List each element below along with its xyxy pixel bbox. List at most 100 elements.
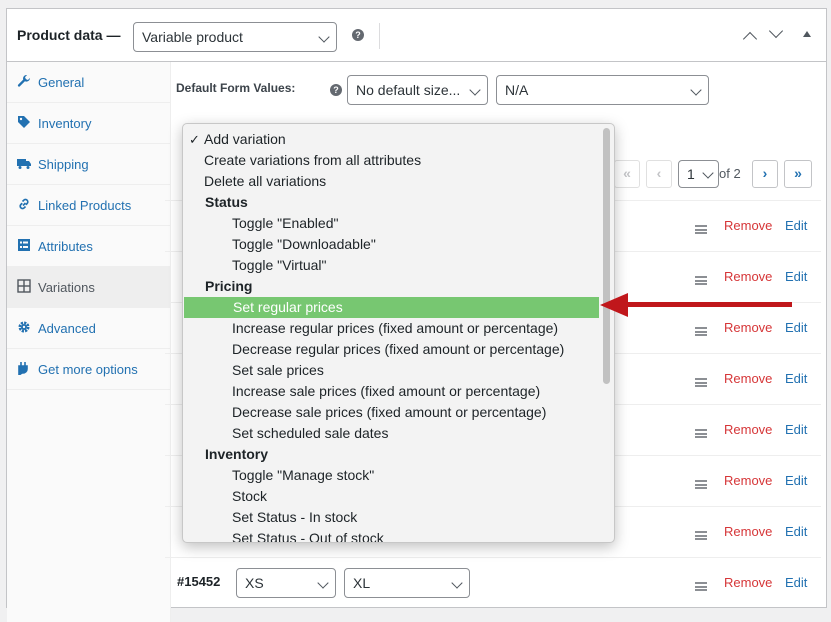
drag-handle-icon[interactable] xyxy=(695,429,707,438)
tab-attributes[interactable]: Attributes xyxy=(7,226,171,267)
dropdown-group-label: Status xyxy=(183,192,600,213)
tab-shipping[interactable]: Shipping xyxy=(7,144,171,185)
product-data-tabs: General Inventory Shipping Linked Produc… xyxy=(7,62,171,622)
chevron-down-icon xyxy=(702,167,714,179)
remove-link[interactable]: Remove xyxy=(724,575,772,590)
bulk-actions-dropdown[interactable]: ✓ Add variation Create variations from all… xyxy=(182,123,615,543)
drag-handle-icon[interactable] xyxy=(695,531,707,540)
dropdown-option[interactable]: Create variations from all attributes xyxy=(183,150,600,171)
drag-handle-icon[interactable] xyxy=(695,480,707,489)
edit-link[interactable]: Edit xyxy=(785,473,807,488)
option-label: Status xyxy=(205,194,248,210)
edit-link[interactable]: Edit xyxy=(785,320,807,335)
chevron-down-icon xyxy=(451,577,463,589)
edit-link[interactable]: Edit xyxy=(785,269,807,284)
remove-link[interactable]: Remove xyxy=(724,524,772,539)
panel-header: Product data — Variable product ? xyxy=(7,9,826,62)
collapse-icon[interactable] xyxy=(803,31,811,37)
dropdown-option[interactable]: Toggle "Manage stock" xyxy=(183,465,600,486)
dropdown-option[interactable]: Set sale prices xyxy=(183,360,600,381)
move-up-icon[interactable] xyxy=(742,31,758,47)
option-label: Stock xyxy=(232,488,268,504)
page-select[interactable]: 1 xyxy=(678,160,719,188)
prev-page-button[interactable]: ‹ xyxy=(646,160,672,188)
drag-handle-icon[interactable] xyxy=(695,276,707,285)
dropdown-option[interactable]: Set Status - In stock xyxy=(183,507,600,528)
tab-linked-products[interactable]: Linked Products xyxy=(7,185,171,226)
option-label: Set Status - In stock xyxy=(232,509,358,525)
edit-link[interactable]: Edit xyxy=(785,524,807,539)
move-down-icon[interactable] xyxy=(768,23,784,39)
edit-link[interactable]: Edit xyxy=(785,422,807,437)
drag-handle-icon[interactable] xyxy=(695,582,707,591)
tab-label: Advanced xyxy=(38,321,96,336)
dropdown-option[interactable]: ✓ Add variation xyxy=(183,129,600,150)
chevron-down-icon xyxy=(318,31,330,43)
dropdown-option[interactable]: Toggle "Virtual" xyxy=(183,255,600,276)
edit-link[interactable]: Edit xyxy=(785,218,807,233)
product-type-select[interactable]: Variable product xyxy=(133,22,337,52)
option-label: Inventory xyxy=(205,446,269,462)
dropdown-option[interactable]: Set Status - Out of stock xyxy=(183,528,600,542)
tab-label: Variations xyxy=(38,280,95,295)
drag-handle-icon[interactable] xyxy=(695,378,707,387)
variation-row: #15452 XS XL Remove Edit xyxy=(165,557,821,608)
header-divider xyxy=(379,23,380,49)
tab-advanced[interactable]: Advanced xyxy=(7,308,171,349)
annotation-arrow-head xyxy=(600,293,628,317)
dropdown-option[interactable]: Toggle "Enabled" xyxy=(183,213,600,234)
dropdown-option[interactable]: Increase sale prices (fixed amount or pe… xyxy=(183,381,600,402)
remove-link[interactable]: Remove xyxy=(724,269,772,284)
default-second-value: N/A xyxy=(505,82,529,98)
variation-color-select[interactable]: XL xyxy=(344,568,470,598)
variation-id: #15452 xyxy=(177,574,221,589)
truck-icon xyxy=(17,159,31,169)
dropdown-option[interactable]: Decrease sale prices (fixed amount or pe… xyxy=(183,402,600,423)
tab-inventory[interactable]: Inventory xyxy=(7,103,171,144)
tab-general[interactable]: General xyxy=(7,62,171,103)
last-page-button[interactable]: » xyxy=(784,160,812,188)
drag-handle-icon[interactable] xyxy=(695,327,707,336)
default-size-select[interactable]: No default size... xyxy=(347,75,488,105)
page-total: of 2 xyxy=(719,166,741,181)
next-page-button[interactable]: › xyxy=(752,160,778,188)
option-label: Create variations from all attributes xyxy=(204,152,422,168)
dropdown-option[interactable]: Decrease regular prices (fixed amount or… xyxy=(183,339,600,360)
default-form-values-label: Default Form Values: xyxy=(176,81,296,95)
tab-get-more-options[interactable]: Get more options xyxy=(7,349,171,390)
remove-link[interactable]: Remove xyxy=(724,473,772,488)
gear-icon xyxy=(18,321,30,333)
drag-handle-icon[interactable] xyxy=(695,225,707,234)
option-label: Decrease sale prices (fixed amount or pe… xyxy=(232,404,547,420)
first-page-button[interactable]: « xyxy=(614,160,640,188)
dropdown-option[interactable]: Toggle "Downloadable" xyxy=(183,234,600,255)
current-page: 1 xyxy=(687,166,695,182)
option-label: Toggle "Downloadable" xyxy=(232,236,376,252)
dropdown-option[interactable]: Set regular prices xyxy=(184,297,599,318)
tab-label: Shipping xyxy=(38,157,89,172)
scrollbar-thumb[interactable] xyxy=(603,128,610,384)
variation-size-select[interactable]: XS xyxy=(236,568,336,598)
annotation-arrow-shaft xyxy=(625,302,792,307)
dropdown-option[interactable]: Stock xyxy=(183,486,600,507)
option-label: Delete all variations xyxy=(204,173,327,189)
help-icon[interactable]: ? xyxy=(330,84,342,96)
help-icon[interactable]: ? xyxy=(352,29,364,41)
dropdown-group-label: Inventory xyxy=(183,444,600,465)
edit-link[interactable]: Edit xyxy=(785,575,807,590)
default-second-select[interactable]: N/A xyxy=(496,75,709,105)
option-label: Pricing xyxy=(205,278,253,294)
edit-link[interactable]: Edit xyxy=(785,371,807,386)
chevron-down-icon xyxy=(317,577,329,589)
dropdown-option[interactable]: Increase regular prices (fixed amount or… xyxy=(183,318,600,339)
remove-link[interactable]: Remove xyxy=(724,218,772,233)
dropdown-option[interactable]: Set scheduled sale dates xyxy=(183,423,600,444)
remove-link[interactable]: Remove xyxy=(724,371,772,386)
option-label: Add variation xyxy=(204,131,286,147)
dropdown-option[interactable]: Delete all variations xyxy=(183,171,600,192)
option-label: Toggle "Manage stock" xyxy=(232,467,375,483)
remove-link[interactable]: Remove xyxy=(724,320,772,335)
tab-variations[interactable]: Variations xyxy=(7,267,171,308)
remove-link[interactable]: Remove xyxy=(724,422,772,437)
tab-label: Attributes xyxy=(38,239,93,254)
